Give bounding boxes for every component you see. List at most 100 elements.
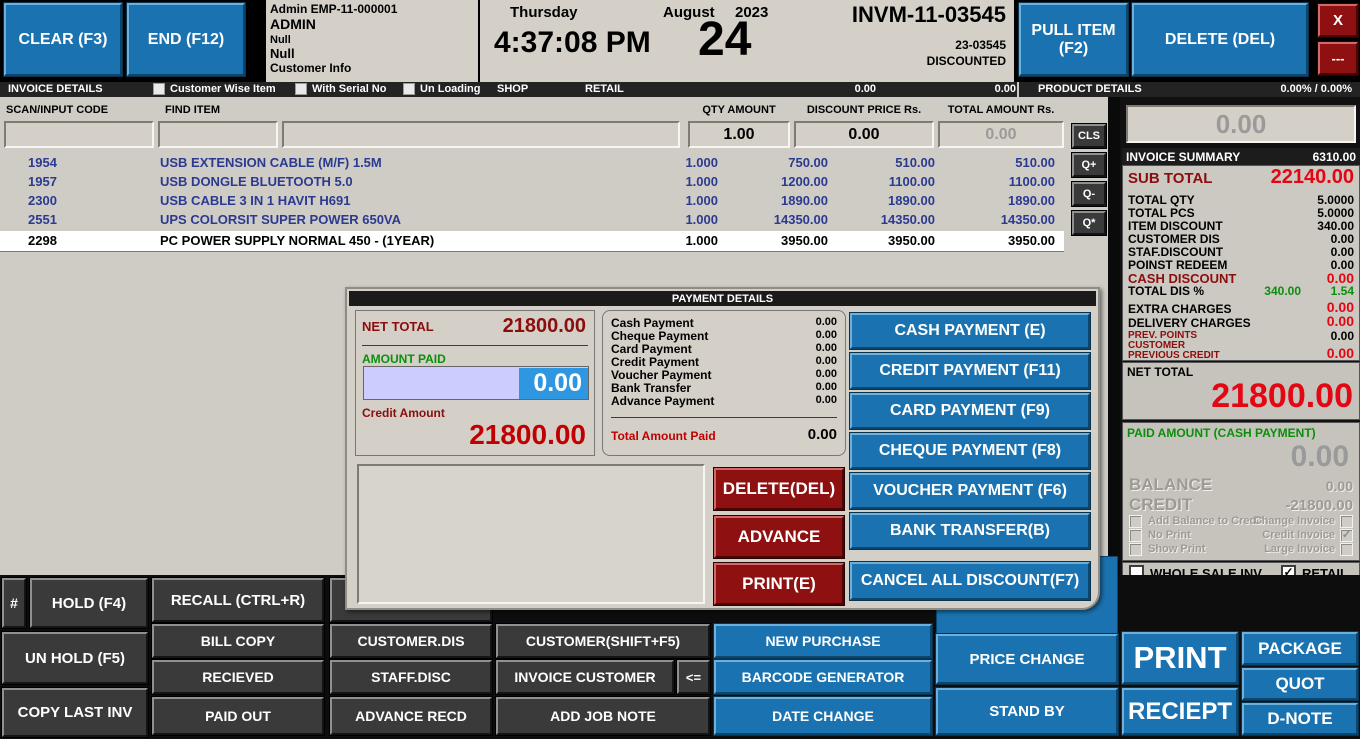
hold-button[interactable]: HOLD (F4)	[30, 578, 148, 628]
reciept-button[interactable]: RECIEPT	[1122, 688, 1238, 735]
date-change-button[interactable]: DATE CHANGE	[714, 697, 932, 735]
item-qty: 1.000	[685, 193, 718, 208]
cancel-all-discount-button[interactable]: CANCEL ALL DISCOUNT(F7)	[850, 562, 1090, 600]
bill-copy-button[interactable]: BILL COPY	[152, 624, 324, 658]
qty-multiply-button[interactable]: Q*	[1072, 211, 1106, 235]
cheque-payment-button[interactable]: CHEQUE PAYMENT (F8)	[850, 433, 1090, 469]
credit-invoice-checkbox[interactable]	[1340, 529, 1353, 542]
d-note-button[interactable]: D-NOTE	[1242, 703, 1358, 735]
unhold-button[interactable]: UN HOLD (F5)	[2, 632, 148, 684]
amount-paid-input[interactable]: 0.00	[363, 366, 589, 400]
no-print-checkbox[interactable]	[1129, 529, 1142, 542]
advance-recd-button[interactable]: ADVANCE RECD	[330, 697, 492, 735]
table-row[interactable]: 1957 USB DONGLE BLUETOOTH 5.0 1.000 1200…	[0, 174, 1064, 193]
item-code: 2300	[28, 193, 57, 208]
modal-print-button[interactable]: PRINT(E)	[714, 563, 844, 605]
strip-value-2: 0.00	[930, 83, 1016, 95]
payments-summary-box: Cash Payment 0.00 Cheque Payment 0.00 Ca…	[602, 310, 846, 456]
scan-code-input[interactable]	[4, 121, 154, 148]
new-purchase-button[interactable]: NEW PURCHASE	[714, 624, 932, 658]
customer-wise-item-label: Customer Wise Item	[170, 83, 276, 95]
invoice-summary-total: 6310.00	[1313, 150, 1356, 164]
close-button[interactable]: X	[1318, 4, 1358, 37]
qty-plus-button[interactable]: Q+	[1072, 153, 1106, 177]
modal-delete-button[interactable]: DELETE(DEL)	[714, 468, 844, 510]
table-row-selected[interactable]: 2298 PC POWER SUPPLY NORMAL 450 - (1YEAR…	[0, 231, 1064, 251]
cls-button[interactable]: CLS	[1072, 124, 1106, 148]
cash-payment-value: 0.00	[816, 316, 837, 328]
net-total-value: 21800.00	[1211, 377, 1353, 416]
sub-total-label: SUB TOTAL	[1128, 170, 1212, 187]
table-row[interactable]: 2300 USB CABLE 3 IN 1 HAVIT H691 1.000 1…	[0, 193, 1064, 212]
qty-amount-header: QTY AMOUNT	[688, 104, 790, 116]
price-change-button[interactable]: PRICE CHANGE	[936, 634, 1118, 684]
customer-dis-value: 0.00	[1331, 232, 1354, 246]
back-arrow-button[interactable]: <=	[677, 660, 710, 694]
recieved-button[interactable]: RECIEVED	[152, 660, 324, 694]
discount-price-header: DISCOUNT PRICE Rs.	[794, 104, 934, 116]
divider	[362, 345, 588, 346]
payment-list-box	[357, 464, 705, 604]
staff-disc-button[interactable]: STAFF.DISC	[330, 660, 492, 694]
total-amount-paid-label: Total Amount Paid	[611, 429, 716, 443]
with-serial-no-checkbox[interactable]	[295, 83, 307, 95]
weekday-label: Thursday	[510, 4, 578, 21]
add-balance-to-credit-checkbox[interactable]	[1129, 515, 1142, 528]
qty-minus-button[interactable]: Q-	[1072, 182, 1106, 206]
cheque-payment-label: Cheque Payment	[611, 329, 708, 343]
end-button[interactable]: END (F12)	[127, 3, 245, 76]
customer-dis-button[interactable]: CUSTOMER.DIS	[330, 624, 492, 658]
change-invoice-label: Change Invoice	[1254, 515, 1335, 527]
scan-code-input-2[interactable]	[158, 121, 278, 148]
package-button[interactable]: PACKAGE	[1242, 632, 1358, 665]
paid-out-button[interactable]: PAID OUT	[152, 697, 324, 735]
balance-value: 0.00	[1326, 478, 1353, 494]
copy-last-inv-button[interactable]: COPY LAST INV	[2, 688, 148, 737]
stand-by-button[interactable]: STAND BY	[936, 688, 1118, 735]
staff-discount-label: STAF.DISCOUNT	[1128, 245, 1223, 259]
clear-button[interactable]: CLEAR (F3)	[4, 3, 122, 76]
product-discount-pct: 0.00% / 0.00%	[1280, 83, 1352, 95]
customer-wise-item-checkbox[interactable]	[153, 83, 165, 95]
change-invoice-checkbox[interactable]	[1340, 515, 1353, 528]
pull-item-button[interactable]: PULL ITEM (F2)	[1019, 3, 1128, 76]
cash-payment-button[interactable]: CASH PAYMENT (E)	[850, 313, 1090, 349]
print-button[interactable]: PRINT	[1122, 632, 1238, 684]
large-invoice-checkbox[interactable]	[1340, 543, 1353, 556]
product-price-input[interactable]: 0.00	[1126, 105, 1356, 143]
delete-item-button[interactable]: DELETE (DEL)	[1132, 3, 1308, 76]
cheque-payment-value: 0.00	[816, 329, 837, 341]
quot-button[interactable]: QUOT	[1242, 668, 1358, 700]
credit-value: -21800.00	[1285, 497, 1353, 514]
recall-button[interactable]: RECALL (CTRL+R)	[152, 578, 324, 622]
total-amount-header: TOTAL AMOUNT Rs.	[938, 104, 1064, 116]
find-item-input[interactable]	[282, 121, 680, 148]
invoice-customer-button[interactable]: INVOICE CUSTOMER	[496, 660, 674, 694]
modal-advance-button[interactable]: ADVANCE	[714, 516, 844, 558]
voucher-payment-value: 0.00	[816, 368, 837, 380]
card-payment-button[interactable]: CARD PAYMENT (F9)	[850, 393, 1090, 429]
add-job-note-button[interactable]: ADD JOB NOTE	[496, 697, 710, 735]
discount-entry-input[interactable]: 0.00	[794, 121, 934, 148]
invoice-status: DISCOUNTED	[927, 54, 1006, 68]
un-loading-checkbox[interactable]	[403, 83, 415, 95]
voucher-payment-label: Voucher Payment	[611, 368, 711, 382]
customer-line1: Null	[270, 34, 474, 46]
item-discount-price: 1100.00	[889, 174, 935, 189]
credit-payment-button[interactable]: CREDIT PAYMENT (F11)	[850, 353, 1090, 389]
voucher-payment-button[interactable]: VOUCHER PAYMENT (F6)	[850, 473, 1090, 509]
more-button[interactable]: ---	[1318, 42, 1358, 75]
hash-button[interactable]: #	[2, 578, 26, 628]
table-row[interactable]: 2551 UPS COLORSIT SUPER POWER 650VA 1.00…	[0, 212, 1064, 231]
points-redeem-label: POINST REDEEM	[1128, 258, 1227, 272]
customer-shift-f5-button[interactable]: CUSTOMER(SHIFT+F5)	[496, 624, 710, 658]
show-print-checkbox[interactable]	[1129, 543, 1142, 556]
table-row[interactable]: 1954 USB EXTENSION CABLE (M/F) 1.5M 1.00…	[0, 155, 1064, 174]
qty-entry-input[interactable]: 1.00	[688, 121, 790, 148]
total-dis-label: TOTAL DIS %	[1128, 284, 1204, 298]
bank-transfer-button[interactable]: BANK TRANSFER(B)	[850, 513, 1090, 549]
item-total: 3950.00	[1008, 233, 1055, 248]
barcode-generator-button[interactable]: BARCODE GENERATOR	[714, 660, 932, 694]
item-name: UPS COLORSIT SUPER POWER 650VA	[160, 212, 401, 227]
item-name: USB DONGLE BLUETOOTH 5.0	[160, 174, 353, 189]
